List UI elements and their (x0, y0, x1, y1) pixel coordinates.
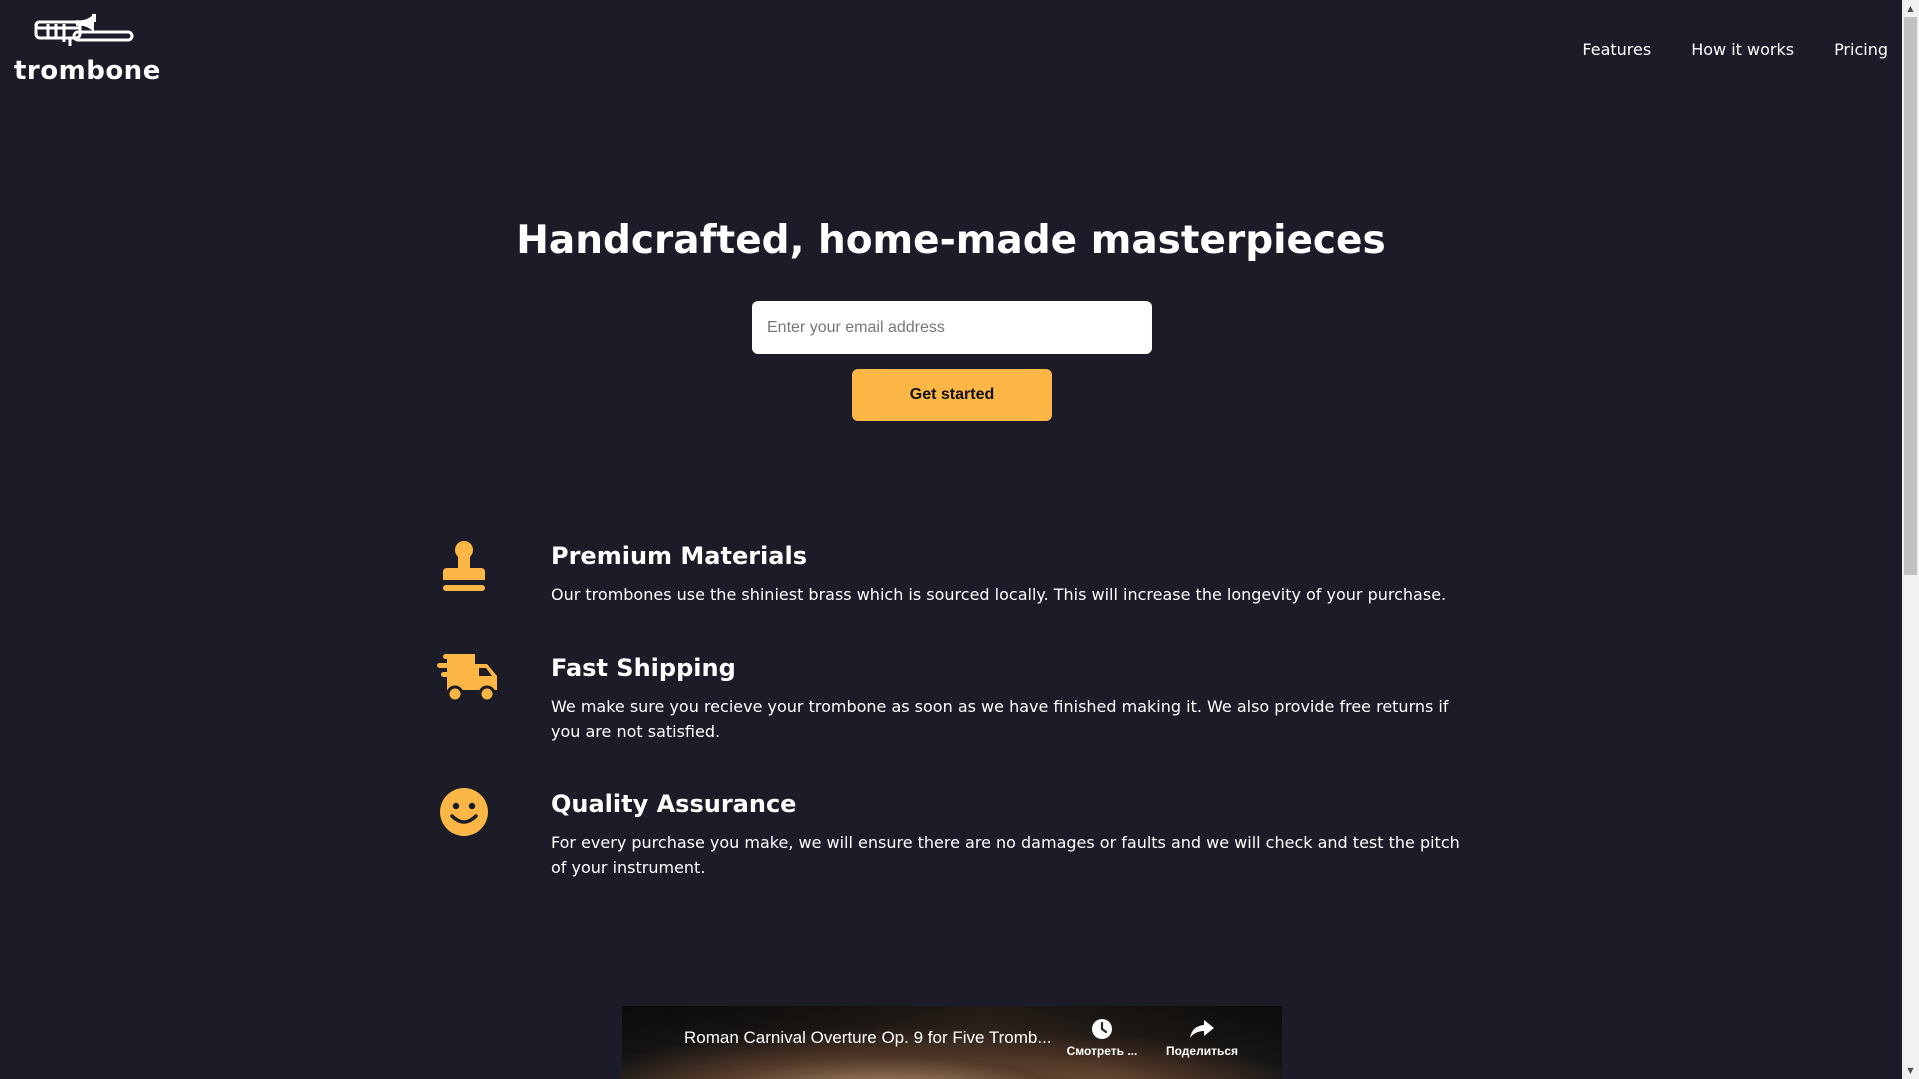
trombone-icon (34, 14, 134, 46)
main-nav: Features How it works Pricing (1542, 40, 1902, 59)
share-label: Поделиться (1165, 1044, 1239, 1058)
feature-title: Quality Assurance (551, 790, 797, 818)
feature-title: Fast Shipping (551, 654, 736, 682)
site-header: trombone Features How it works Pricing (0, 0, 1902, 100)
get-started-button[interactable]: Get started (852, 369, 1052, 421)
scroll-down-icon[interactable]: ▼ (1902, 1062, 1919, 1079)
shipping-truck-icon (437, 654, 497, 703)
page-scrollbar[interactable]: ▲ ▼ (1902, 0, 1919, 1079)
watch-later-button[interactable]: Смотреть ... (1057, 1018, 1147, 1058)
feature-text: Our trombones use the shiniest brass whi… (551, 585, 1447, 604)
video-embed[interactable]: Roman Carnival Overture Op. 9 for Five T… (622, 1006, 1282, 1079)
brand-logo[interactable]: trombone (14, 12, 161, 86)
feature-body: Premium Materials Our trombones use the … (551, 540, 1461, 607)
feature-text: For every purchase you make, we will ens… (551, 833, 1460, 877)
feature-text: We make sure you recieve your trombone a… (551, 697, 1449, 741)
nav-link-how-it-works[interactable]: How it works (1691, 40, 1794, 59)
nav-link-pricing[interactable]: Pricing (1834, 40, 1888, 59)
watch-later-label: Смотреть ... (1066, 1044, 1138, 1058)
share-arrow-icon (1190, 1020, 1214, 1038)
nav-link-features[interactable]: Features (1582, 40, 1651, 59)
brand-name: trombone (14, 56, 161, 86)
scrollbar-thumb[interactable] (1904, 17, 1917, 575)
clock-icon (1092, 1019, 1112, 1039)
landing-page: trombone Features How it works Pricing H… (0, 0, 1919, 1079)
video-title[interactable]: Roman Carnival Overture Op. 9 for Five T… (684, 1028, 1052, 1048)
share-button[interactable]: Поделиться (1157, 1018, 1247, 1058)
stamp-icon (443, 541, 485, 591)
email-input[interactable] (752, 301, 1152, 354)
hero-title: Handcrafted, home-made masterpieces (516, 218, 1386, 263)
feature-title: Premium Materials (551, 542, 807, 570)
feature-body: Quality Assurance For every purchase you… (551, 788, 1461, 880)
smile-icon (440, 788, 488, 836)
feature-body: Fast Shipping We make sure you recieve y… (551, 652, 1461, 744)
scroll-up-icon[interactable]: ▲ (1902, 0, 1919, 17)
